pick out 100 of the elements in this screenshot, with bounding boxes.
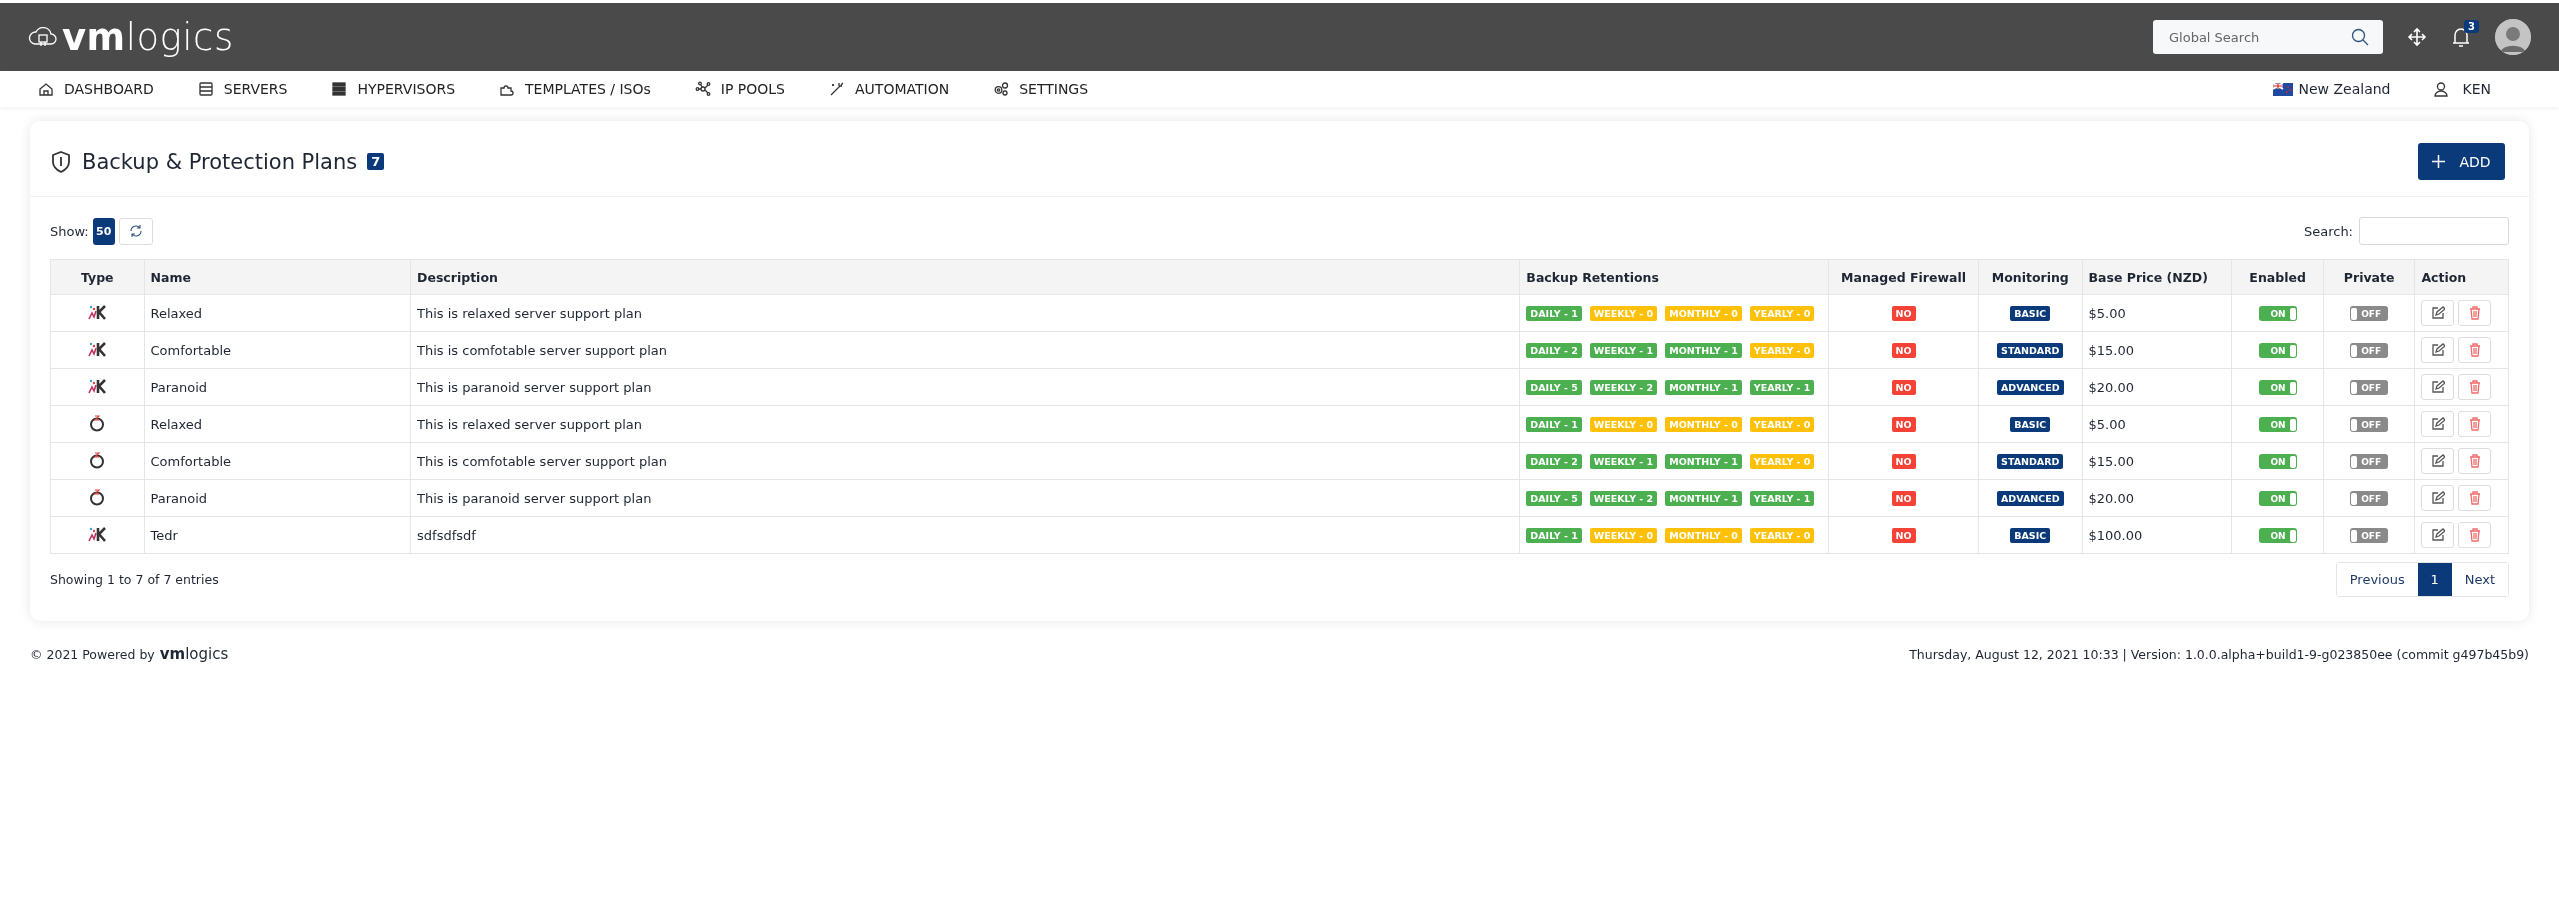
server-icon [197,81,214,97]
retention-badge: MONTHLY - 0 [1665,527,1742,543]
retention-badge: DAILY - 1 [1526,416,1582,432]
column-header: Enabled [2231,259,2324,295]
column-header: Description [410,259,1520,295]
delete-button[interactable] [2458,448,2492,474]
delete-button[interactable] [2458,485,2492,511]
table-cell: Tedr [150,527,178,543]
delete-button[interactable] [2458,337,2492,363]
column-header: Private [2323,259,2415,295]
table-cell: Relaxed [150,305,203,321]
nav-item[interactable]: DASHBOARD [38,81,154,97]
firewall-badge: NO [1891,454,1916,469]
trash-icon [2468,454,2481,468]
edit-button[interactable] [2421,448,2455,474]
flag-icon [2272,82,2293,96]
show-label: Show: [50,223,89,239]
monitoring-badge: BASIC [2010,528,2051,543]
nav-item[interactable]: SERVERS [197,81,288,97]
retention-badge: WEEKLY - 2 [1589,379,1658,395]
retention-badge: YEARLY - 0 [1749,453,1815,469]
column-header: Managed Firewall [1828,259,1979,295]
retention-badge: DAILY - 5 [1526,379,1582,395]
retention-badge: MONTHLY - 1 [1665,379,1742,395]
house-icon [38,81,54,97]
page-size-button[interactable]: 50 [92,217,115,245]
trash-icon [2468,380,2481,394]
retention-badge: YEARLY - 0 [1749,305,1815,321]
column-header: Monitoring [1978,259,2083,295]
nav-item[interactable]: SETTINGS [993,81,1089,97]
edit-button[interactable] [2421,374,2455,400]
edit-button[interactable] [2421,337,2455,363]
pencil-icon [2430,491,2445,505]
retention-badge: DAILY - 2 [1526,453,1582,469]
firewall-badge: NO [1891,306,1916,321]
user-name[interactable]: KEN [2462,81,2491,97]
entries-info: Showing 1 to 7 of 7 entries [50,572,219,587]
trash-icon [2468,306,2481,320]
monitoring-badge: ADVANCED [1996,380,2064,395]
plus-icon [2432,155,2446,168]
retention-badge: MONTHLY - 0 [1665,416,1742,432]
region-link[interactable]: New Zealand [2298,81,2391,97]
nav-item[interactable]: TEMPLATES / ISOs [499,81,651,97]
retention-badge: MONTHLY - 1 [1665,342,1742,358]
add-button[interactable]: ADD [2418,143,2505,180]
retention-badge: DAILY - 5 [1526,490,1582,506]
firewall-badge: NO [1891,417,1916,432]
column-header: Type [50,259,145,295]
retention-badge: WEEKLY - 0 [1589,416,1658,432]
copyright-text: © 2021 Powered by [30,646,155,662]
search-field[interactable]: Global Search [2153,20,2383,54]
search-field[interactable] [2359,217,2509,245]
letter-k-icon [88,525,107,542]
edit-button[interactable] [2421,300,2455,326]
nav-item[interactable]: IP POOLS [694,81,785,97]
pencil-icon [2430,454,2445,468]
page-button[interactable]: 1 [2417,563,2452,596]
monitoring-badge: STANDARD [1997,454,2064,469]
retention-badge: WEEKLY - 1 [1589,342,1658,358]
table-cell: $100.00 [2088,527,2143,543]
gears-icon [993,81,1010,97]
ring-icon [89,450,106,469]
avatar[interactable] [2495,19,2531,55]
table-cell: sdfsdfsdf [417,527,476,543]
edit-button[interactable] [2421,522,2455,548]
monitoring-badge: STANDARD [1997,343,2064,358]
page-title: Backup & Protection Plans [82,149,358,174]
delete-button[interactable] [2458,522,2492,548]
logo-text: vmlogics [62,15,234,59]
delete-button[interactable] [2458,411,2492,437]
move-button[interactable] [2407,27,2427,47]
edit-button[interactable] [2421,485,2455,511]
nav-item[interactable]: HYPERVISORS [331,81,456,97]
column-header: Backup Retentions [1519,259,1829,295]
edit-button[interactable] [2421,411,2455,437]
firewall-badge: NO [1891,343,1916,358]
table-cell: Relaxed [150,416,203,432]
table-cell: $5.00 [2088,305,2126,321]
delete-button[interactable] [2458,300,2492,326]
pencil-icon [2430,343,2445,357]
retention-badge: YEARLY - 1 [1749,490,1815,506]
notification-count: 3 [2464,20,2479,33]
footer-logo: vmlogics [159,645,229,663]
table-cell: Comfortable [150,453,232,469]
column-header: Action [2414,259,2509,295]
retention-badge: WEEKLY - 2 [1589,490,1658,506]
count-badge: 7 [367,153,385,170]
ring-icon [89,413,106,432]
table-cell: $20.00 [2088,379,2135,395]
table-cell: $15.00 [2088,342,2135,358]
user-icon [2432,81,2449,97]
delete-button[interactable] [2458,374,2492,400]
nav-item[interactable]: AUTOMATION [829,81,950,97]
table-cell: This is comfotable server support plan [417,453,667,469]
pencil-icon [2430,306,2445,320]
monitoring-badge: ADVANCED [1996,491,2064,506]
refresh-button[interactable] [118,217,153,245]
trash-icon [2468,528,2481,542]
retention-badge: DAILY - 1 [1526,305,1582,321]
column-header: Name [144,259,411,295]
